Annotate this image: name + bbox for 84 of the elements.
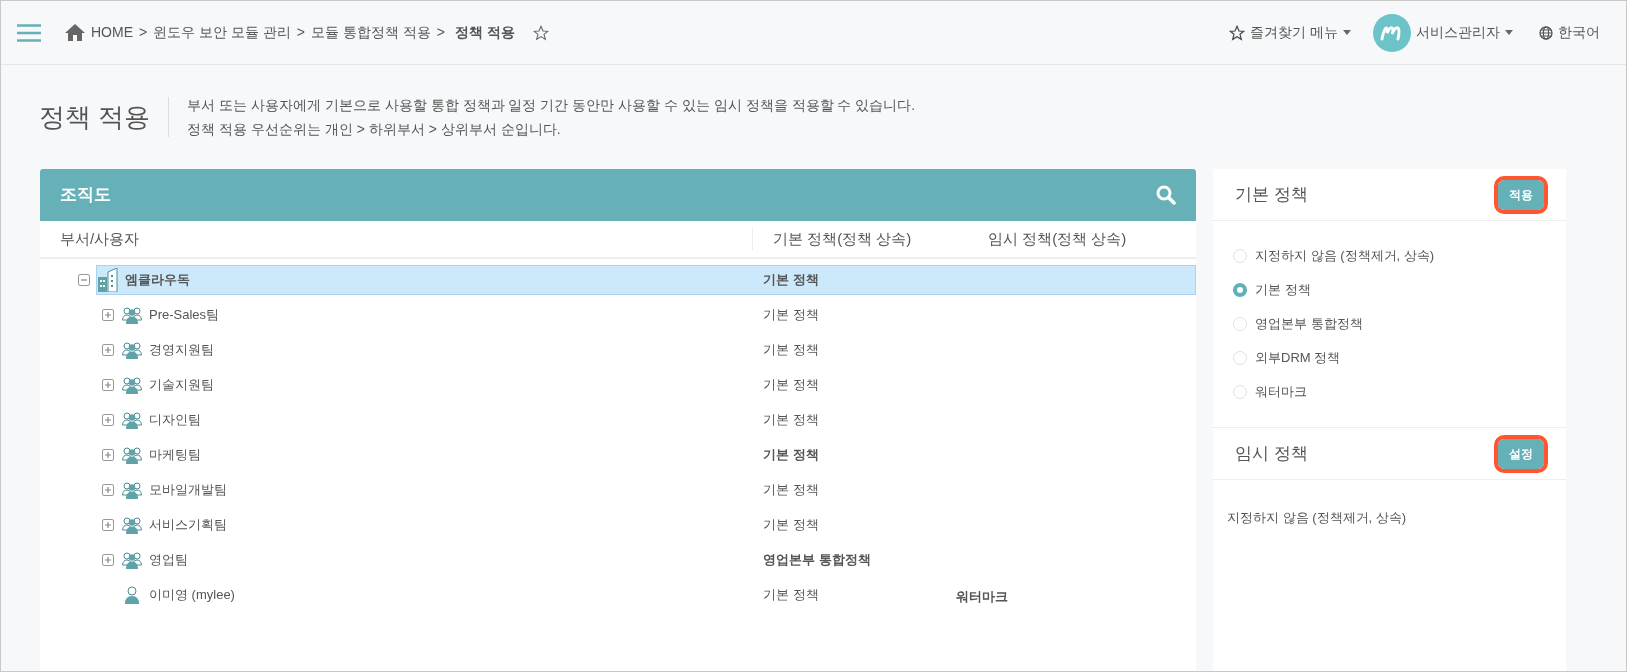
breadcrumb-separator: > [296, 23, 306, 42]
menu-icon[interactable] [17, 23, 41, 42]
breadcrumb-link[interactable]: 모듈 통합정책 적용 [311, 22, 431, 43]
caret-icon [1343, 30, 1351, 35]
user-menu[interactable]: 서비스관리자 [1373, 13, 1513, 52]
expand-icon[interactable] [102, 518, 114, 531]
panel-title: 조직도 [60, 184, 111, 207]
page-description: 정책 적용 우선순위는 개인 > 하위부서 > 상위부서 순입니다. [187, 120, 562, 139]
people-icon [122, 480, 142, 499]
tree-row[interactable]: 기술지원팀 기본 정책 [120, 369, 1196, 400]
breadcrumb-separator: > [436, 23, 445, 42]
policy-cell-text: 기본 정책 [763, 270, 819, 289]
node-label: Pre-Sales팀 [149, 305, 220, 324]
policy-cell-text: 기본 정책 [763, 515, 819, 534]
node-label: 디자인팀 [149, 410, 201, 429]
node-label: 기술지원팀 [149, 375, 214, 394]
breadcrumb-link[interactable]: HOME [91, 22, 133, 43]
home-icon[interactable] [65, 24, 85, 41]
temp-policy-value: 지정하지 않음 (정책제거, 상속) [1226, 509, 1408, 527]
expand-icon[interactable] [102, 413, 114, 426]
people-icon [122, 515, 142, 534]
radio-option[interactable]: 기본 정책 [1233, 273, 1546, 307]
policy-cell-text: 기본 정책 [763, 480, 819, 499]
tree-row[interactable]: 엠클라우독 기본 정책 [96, 264, 1196, 295]
star-icon [1229, 24, 1246, 41]
tree-row[interactable]: 이미영 (mylee) 기본 정책 워터마크 [120, 579, 1196, 610]
node-label: 모바일개발팀 [149, 480, 227, 499]
tree-row[interactable]: Pre-Sales팀 기본 정책 [120, 299, 1196, 330]
person-icon [124, 585, 140, 604]
expand-icon[interactable] [102, 378, 114, 391]
people-icon [122, 445, 142, 464]
expand-icon[interactable] [102, 553, 114, 566]
policy-cell-text: 기본 정책 [763, 305, 819, 324]
column-header: 부서/사용자 [59, 228, 141, 249]
breadcrumb-current: 정책 적용 [455, 23, 515, 42]
people-icon [122, 375, 142, 394]
page-title: 정책 적용 [39, 97, 170, 137]
policy-cell-text: 워터마크 [956, 587, 1008, 606]
expand-icon[interactable] [102, 448, 114, 461]
tree-row[interactable]: 마케팅팀 기본 정책 [120, 439, 1196, 470]
radio-option[interactable]: 워터마크 [1233, 375, 1546, 409]
column-header: 기본 정책(정책 상속) [752, 227, 988, 251]
globe-icon [1539, 25, 1553, 40]
star-icon[interactable] [532, 24, 549, 41]
people-icon [122, 340, 142, 359]
expand-icon[interactable] [102, 343, 114, 356]
people-icon [122, 305, 142, 324]
node-label: 서비스기획팀 [149, 515, 227, 534]
tree-row[interactable]: 서비스기획팀 기본 정책 [120, 509, 1196, 540]
radio-option[interactable]: 외부DRM 정책 [1233, 341, 1546, 375]
tree-row[interactable]: 경영지원팀 기본 정책 [120, 334, 1196, 365]
node-label: 엠클라우독 [125, 270, 190, 289]
collapse-icon[interactable] [78, 273, 90, 286]
building-icon [97, 267, 119, 292]
breadcrumb-separator: > [139, 23, 148, 42]
node-label: 이미영 (mylee) [149, 585, 235, 604]
column-header: 임시 정책(정책 상속) [988, 228, 1127, 249]
search-icon[interactable] [1156, 185, 1176, 205]
expand-icon[interactable] [102, 483, 114, 496]
tree-row[interactable]: 디자인팀 기본 정책 [120, 404, 1196, 435]
policy-cell-text: 기본 정책 [763, 585, 819, 604]
tree-row[interactable]: 모바일개발팀 기본 정책 [120, 474, 1196, 505]
avatar-icon [1373, 13, 1411, 52]
radio-option[interactable]: 지정하지 않음 (정책제거, 상속) [1233, 239, 1546, 273]
node-label: 마케팅팀 [149, 445, 201, 464]
people-icon [122, 410, 142, 429]
node-label: 영업팀 [149, 550, 188, 569]
people-icon [122, 550, 142, 569]
policy-cell-text: 기본 정책 [763, 445, 819, 464]
favorites-menu[interactable]: 즐겨찾기 메뉴 [1229, 22, 1351, 43]
policy-cell-text: 기본 정책 [763, 340, 819, 359]
policy-cell-text: 기본 정책 [763, 410, 819, 429]
caret-icon [1505, 30, 1513, 35]
policy-cell-text: 기본 정책 [763, 375, 819, 394]
language-menu[interactable]: 한국어 [1539, 22, 1600, 43]
expand-icon[interactable] [102, 308, 114, 321]
node-label: 경영지원팀 [149, 340, 214, 359]
tree-row[interactable]: 영업팀 영업본부 통합정책 [120, 544, 1196, 575]
radio-option[interactable]: 영업본부 통합정책 [1233, 307, 1546, 341]
policy-cell-text: 영업본부 통합정책 [763, 550, 871, 569]
page-description: 부서 또는 사용자에게 기본으로 사용할 통합 정책과 일정 기간 동안만 사용할 수 있는 임시 정책을 적용할 수 있습니다. [187, 96, 916, 115]
breadcrumb-link[interactable]: 윈도우 보안 모듈 관리 [153, 22, 291, 43]
section-title: 기본 정책 [1235, 183, 1308, 206]
section-title: 임시 정책 [1235, 442, 1308, 465]
